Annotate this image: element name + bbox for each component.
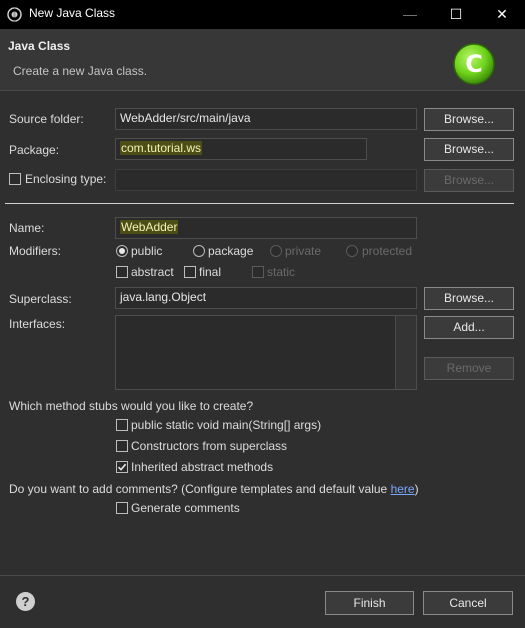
static-label: static	[267, 265, 296, 279]
generate-comments-checkbox[interactable]	[116, 502, 128, 514]
constructors-label: Constructors from superclass	[131, 439, 288, 453]
abstract-checkbox[interactable]	[116, 266, 128, 278]
finish-button[interactable]: Finish	[325, 591, 414, 615]
superclass-browse-button[interactable]: Browse...	[424, 287, 514, 310]
maximize-button[interactable]: ☐	[433, 0, 479, 29]
title-bar: New Java Class — ☐ ✕	[0, 0, 525, 29]
protected-label: protected	[362, 244, 413, 258]
private-radio	[270, 245, 282, 257]
section-separator	[5, 203, 514, 204]
enclosing-type-field	[115, 169, 417, 191]
source-folder-browse-button[interactable]: Browse...	[424, 108, 514, 131]
wizard-banner: Java Class Create a new Java class. C	[0, 29, 525, 91]
logo-letter: C	[465, 50, 483, 78]
source-folder-label: Source folder:	[9, 112, 84, 126]
final-checkbox[interactable]	[184, 266, 196, 278]
superclass-label: Superclass:	[9, 292, 72, 306]
package-browse-button[interactable]: Browse...	[424, 138, 514, 161]
checkmark-icon	[117, 463, 127, 471]
private-label: private	[285, 244, 322, 258]
banner-title: Java Class	[8, 39, 71, 53]
cancel-button[interactable]: Cancel	[423, 591, 513, 615]
abstract-label: abstract	[131, 265, 174, 279]
public-label: public	[131, 244, 163, 258]
comments-question: Do you want to add comments? (Configure …	[9, 482, 419, 496]
package-modifier-label: package	[208, 244, 254, 258]
source-folder-field[interactable]: WebAdder/src/main/java	[115, 108, 417, 130]
enclosing-type-checkbox[interactable]	[9, 173, 21, 185]
package-field[interactable]: com.tutorial.ws	[115, 138, 367, 160]
package-value: com.tutorial.ws	[120, 141, 203, 155]
interfaces-scrollbar[interactable]	[395, 316, 416, 389]
eclipse-app-icon	[7, 7, 22, 22]
public-radio[interactable]	[116, 245, 128, 257]
inherited-methods-checkbox[interactable]	[116, 461, 128, 473]
package-radio[interactable]	[193, 245, 205, 257]
enclosing-type-label: Enclosing type:	[25, 172, 107, 186]
interfaces-list[interactable]	[115, 315, 417, 390]
protected-radio	[346, 245, 358, 257]
method-stubs-question: Which method stubs would you like to cre…	[9, 399, 254, 413]
final-label: final	[199, 265, 222, 279]
main-method-label: public static void main(String[] args)	[131, 418, 322, 432]
configure-templates-link[interactable]: here	[391, 482, 415, 496]
modifiers-label: Modifiers:	[9, 244, 62, 258]
close-button[interactable]: ✕	[479, 0, 525, 29]
name-field[interactable]: WebAdder	[115, 217, 417, 239]
banner-subtitle: Create a new Java class.	[13, 64, 148, 78]
add-interface-button[interactable]: Add...	[424, 316, 514, 339]
remove-interface-button: Remove	[424, 357, 514, 380]
interfaces-label: Interfaces:	[9, 317, 66, 331]
java-class-logo-icon: C	[451, 41, 497, 87]
window-title: New Java Class	[29, 6, 116, 20]
comments-question-text: Do you want to add comments? (Configure …	[9, 482, 391, 496]
comments-question-close: )	[414, 482, 419, 496]
name-label: Name:	[9, 221, 45, 235]
generate-comments-label: Generate comments	[131, 501, 240, 515]
footer-separator	[0, 575, 525, 576]
superclass-field[interactable]: java.lang.Object	[115, 287, 417, 309]
help-icon[interactable]: ?	[16, 592, 35, 611]
inherited-methods-label: Inherited abstract methods	[131, 460, 274, 474]
package-label: Package:	[9, 143, 60, 157]
minimize-button[interactable]: —	[387, 0, 433, 29]
static-checkbox	[252, 266, 264, 278]
constructors-checkbox[interactable]	[116, 440, 128, 452]
main-method-checkbox[interactable]	[116, 419, 128, 431]
enclosing-type-browse-button: Browse...	[424, 169, 514, 192]
name-value: WebAdder	[120, 220, 179, 234]
